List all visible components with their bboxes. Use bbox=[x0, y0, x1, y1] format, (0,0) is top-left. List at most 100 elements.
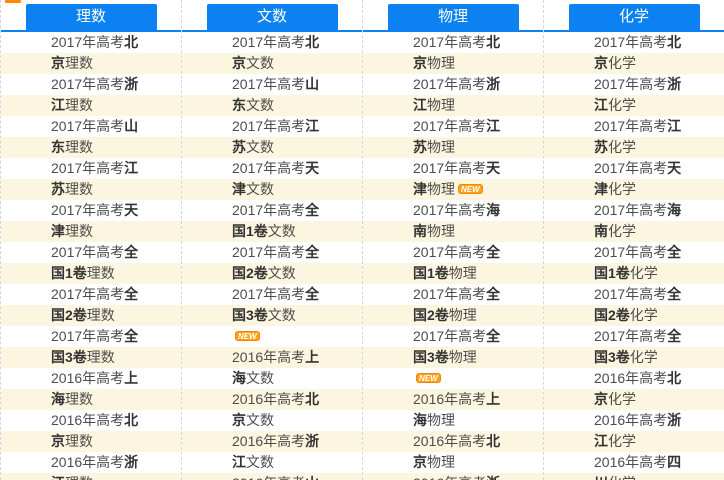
paper-link[interactable]: 2016年高考北京物理 bbox=[413, 433, 500, 470]
paper-list-item: 2017年高考全国3卷理数 bbox=[1, 326, 139, 368]
paper-list-item: 2017年高考北京化学 bbox=[544, 32, 682, 74]
paper-link[interactable]: 2016年高考北京文数 bbox=[232, 391, 319, 428]
paper-link[interactable]: 2017年高考全国1卷文数 bbox=[232, 202, 319, 239]
paper-subject-suffix: 化学 bbox=[608, 139, 636, 155]
paper-list-item: 2017年高考浙江物理 bbox=[363, 74, 501, 116]
paper-subject-suffix: 理数 bbox=[65, 475, 93, 480]
new-badge: NEW bbox=[416, 373, 441, 383]
paper-year-prefix: 2016年高考 bbox=[232, 349, 305, 365]
paper-list-item: 2017年高考全国1卷物理 bbox=[363, 242, 501, 284]
paper-subject-suffix: 文数 bbox=[268, 307, 296, 323]
paper-list-item: 2017年高考海南化学 bbox=[544, 200, 682, 242]
paper-subject-suffix: 化学 bbox=[630, 307, 658, 323]
paper-link[interactable]: 2017年高考全国3卷理数 bbox=[51, 328, 138, 365]
subject-column-0: 理数 2017年高考北京理数 2017年高考浙江理数 2017年高考山东理数 2017年… bbox=[1, 0, 182, 480]
paper-subject-suffix: 化学 bbox=[608, 391, 636, 407]
paper-list-item: 2016年高考上海理数 bbox=[1, 368, 139, 410]
subject-tab[interactable]: 化学 bbox=[569, 4, 700, 30]
paper-subject-suffix: 理数 bbox=[65, 97, 93, 113]
paper-subject-suffix: 理数 bbox=[87, 265, 115, 281]
paper-link[interactable]: 2017年高考全国1卷物理 bbox=[413, 244, 500, 281]
paper-year-prefix: 2017年高考 bbox=[594, 34, 667, 50]
paper-year-prefix: 2017年高考 bbox=[232, 286, 305, 302]
top-accent-dash bbox=[5, 0, 21, 3]
paper-link[interactable]: 2016年高考四川化学 bbox=[594, 454, 681, 480]
paper-link[interactable]: 2016年高考浙江物理 bbox=[413, 475, 500, 480]
paper-link[interactable]: 2017年高考山东文数 bbox=[232, 76, 319, 113]
paper-subject-suffix: 化学 bbox=[608, 181, 636, 197]
paper-subject-suffix: 化学 bbox=[608, 55, 636, 71]
paper-link[interactable]: 2017年高考北京文数 bbox=[232, 34, 319, 71]
paper-link[interactable]: 2017年高考浙江理数 bbox=[51, 76, 138, 113]
paper-link[interactable]: 2016年高考北京化学 bbox=[594, 370, 681, 407]
paper-subject-suffix: 物理 bbox=[449, 307, 477, 323]
paper-link[interactable]: 2016年高考上海文数 bbox=[232, 349, 319, 386]
subject-tab[interactable]: 文数 bbox=[207, 4, 338, 30]
paper-list-item: 2016年高考浙江理数 bbox=[1, 452, 139, 480]
paper-list-item: 2017年高考天津文数 bbox=[182, 158, 320, 200]
paper-link[interactable]: 2017年高考全国2卷化学 bbox=[594, 286, 681, 323]
paper-link[interactable]: 2016年高考山东文数 bbox=[232, 475, 319, 480]
paper-link[interactable]: 2017年高考全国2卷文数 bbox=[232, 244, 319, 281]
paper-link[interactable]: 2017年高考天津文数 bbox=[232, 160, 319, 197]
subject-tab[interactable]: 物理 bbox=[388, 4, 519, 30]
paper-link[interactable]: 2017年高考北京物理 bbox=[413, 34, 500, 71]
paper-link[interactable]: 2017年高考全国2卷理数 bbox=[51, 286, 138, 323]
paper-link[interactable]: 2017年高考山东理数 bbox=[51, 118, 138, 155]
paper-list-item: 2017年高考北京物理 bbox=[363, 32, 501, 74]
paper-link[interactable]: 2017年高考海南化学 bbox=[594, 202, 681, 239]
paper-link[interactable]: 2017年高考江苏化学 bbox=[594, 118, 681, 155]
paper-link[interactable]: 2017年高考江苏文数 bbox=[232, 118, 319, 155]
tab-bar: 文数 bbox=[182, 0, 362, 32]
paper-subject-suffix: 文数 bbox=[246, 454, 274, 470]
paper-year-prefix: 2017年高考 bbox=[594, 76, 667, 92]
paper-list-item: 2017年高考全国1卷化学 bbox=[544, 242, 682, 284]
paper-link[interactable]: 2016年高考浙江文数 bbox=[232, 433, 319, 470]
paper-year-prefix: 2016年高考 bbox=[594, 412, 667, 428]
paper-list-item: 2017年高考全国1卷理数 bbox=[1, 242, 139, 284]
paper-year-prefix: 2017年高考 bbox=[51, 244, 124, 260]
paper-year-prefix: 2017年高考 bbox=[413, 244, 486, 260]
paper-year-prefix: 2017年高考 bbox=[413, 328, 486, 344]
paper-list-item: 2017年高考全国2卷物理 bbox=[363, 284, 501, 326]
paper-list-item: 2017年高考江苏文数 bbox=[182, 116, 320, 158]
paper-link[interactable]: 2017年高考全国1卷化学 bbox=[594, 244, 681, 281]
paper-subject-suffix: 化学 bbox=[630, 349, 658, 365]
paper-year-prefix: 2016年高考 bbox=[232, 433, 305, 449]
paper-subject-suffix: 理数 bbox=[65, 433, 93, 449]
paper-link[interactable]: 2017年高考全国3卷物理NEW bbox=[413, 328, 500, 386]
paper-link[interactable]: 2017年高考全国1卷理数 bbox=[51, 244, 138, 281]
paper-subject-suffix: 文数 bbox=[246, 181, 274, 197]
paper-link[interactable]: 2017年高考天津物理NEW bbox=[413, 160, 500, 197]
paper-link[interactable]: 2017年高考北京化学 bbox=[594, 34, 681, 71]
paper-year-prefix: 2016年高考 bbox=[232, 475, 305, 480]
paper-link[interactable]: 2016年高考浙江理数 bbox=[51, 454, 138, 480]
paper-link[interactable]: 2016年高考上海理数 bbox=[51, 370, 138, 407]
paper-link[interactable]: 2017年高考海南物理 bbox=[413, 202, 500, 239]
paper-link[interactable]: 2016年高考北京理数 bbox=[51, 412, 138, 449]
paper-year-prefix: 2017年高考 bbox=[232, 118, 305, 134]
paper-link[interactable]: 2017年高考全国3卷文数NEW bbox=[232, 286, 319, 344]
paper-link[interactable]: 2017年高考全国2卷物理 bbox=[413, 286, 500, 323]
paper-subject-suffix: 物理 bbox=[427, 223, 455, 239]
paper-year-prefix: 2017年高考 bbox=[232, 34, 305, 50]
paper-subject-suffix: 物理 bbox=[427, 139, 455, 155]
paper-list-item: 2017年高考北京理数 bbox=[1, 32, 139, 74]
paper-list-item: 2017年高考全国3卷物理NEW bbox=[363, 326, 501, 389]
paper-link[interactable]: 2016年高考浙江化学 bbox=[594, 412, 681, 449]
paper-list-item: 2017年高考全国2卷文数 bbox=[182, 242, 320, 284]
paper-link[interactable]: 2017年高考江苏理数 bbox=[51, 160, 138, 197]
paper-year-prefix: 2017年高考 bbox=[594, 160, 667, 176]
paper-year-prefix: 2016年高考 bbox=[232, 391, 305, 407]
subject-tab[interactable]: 理数 bbox=[26, 4, 157, 30]
paper-link[interactable]: 2017年高考北京理数 bbox=[51, 34, 138, 71]
paper-link[interactable]: 2016年高考上海物理 bbox=[413, 391, 500, 428]
paper-list-item: 2017年高考全国2卷理数 bbox=[1, 284, 139, 326]
paper-link[interactable]: 2017年高考天津理数 bbox=[51, 202, 138, 239]
paper-link[interactable]: 2017年高考浙江物理 bbox=[413, 76, 500, 113]
paper-link[interactable]: 2017年高考全国3卷化学 bbox=[594, 328, 681, 365]
paper-link[interactable]: 2017年高考浙江化学 bbox=[594, 76, 681, 113]
paper-link[interactable]: 2017年高考天津化学 bbox=[594, 160, 681, 197]
paper-link[interactable]: 2017年高考江苏物理 bbox=[413, 118, 500, 155]
paper-year-prefix: 2017年高考 bbox=[594, 286, 667, 302]
